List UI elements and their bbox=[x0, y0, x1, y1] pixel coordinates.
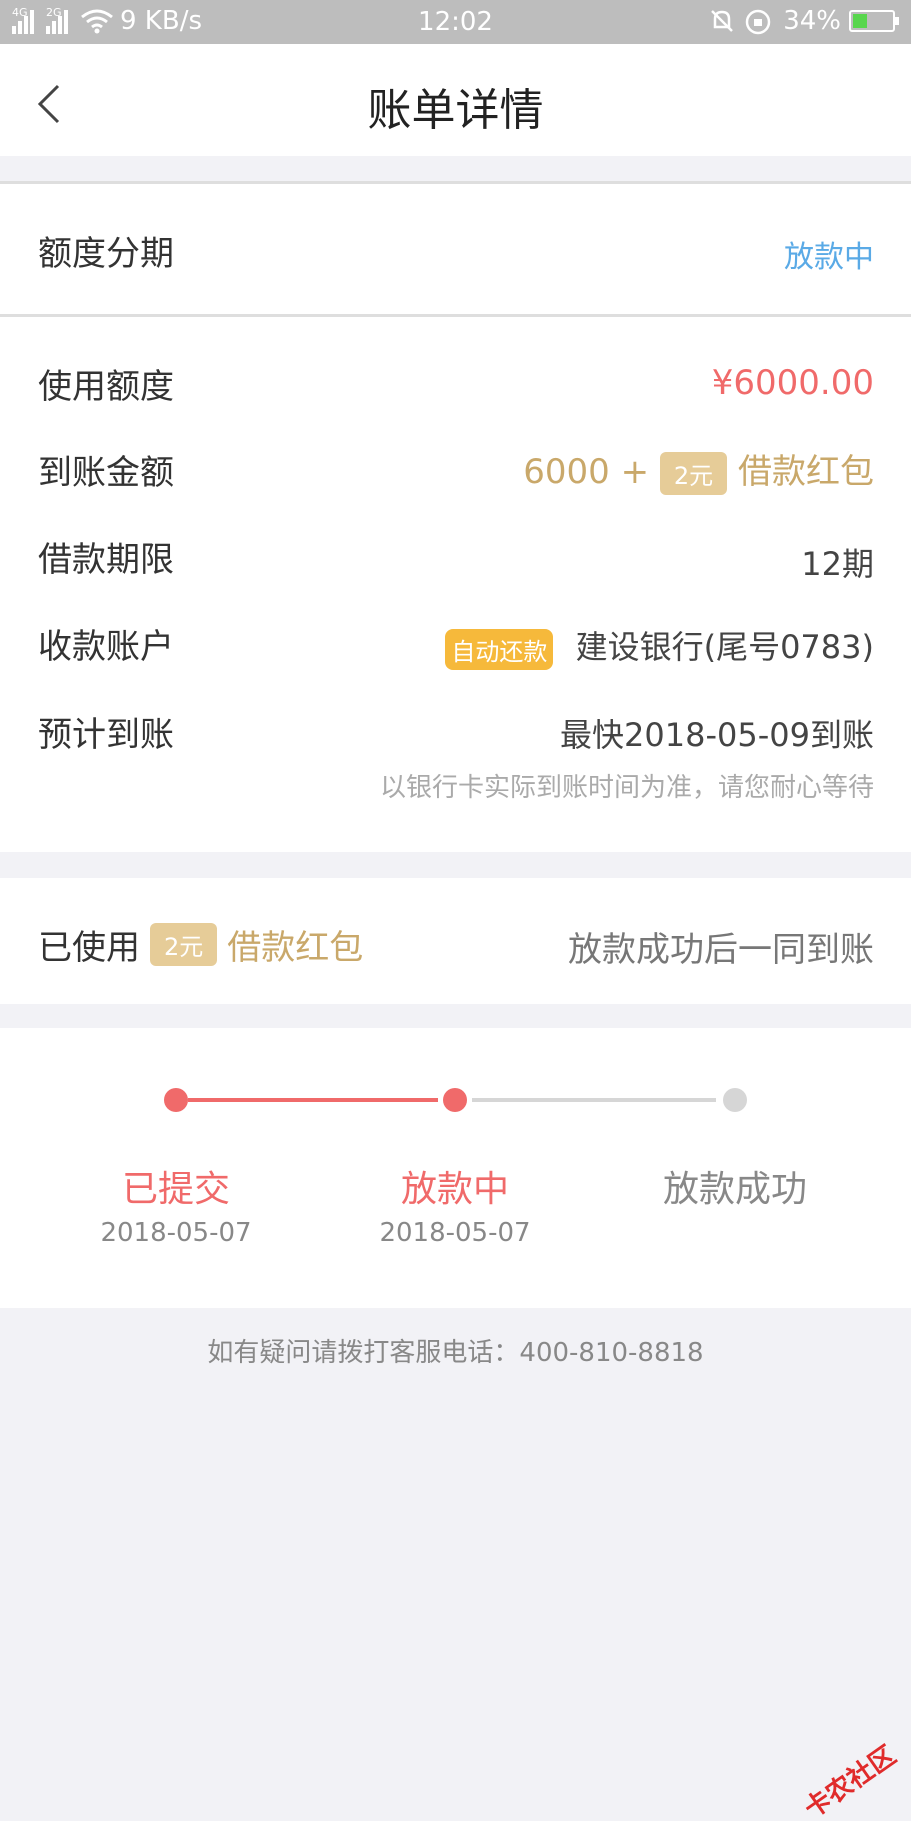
details-section: 使用额度 ¥6000.00 到账金额 6000 + 2元 借款红包 借款期限 1… bbox=[0, 317, 911, 852]
customer-service-note: 如有疑问请拨打客服电话：400-810-8818 bbox=[207, 1338, 704, 1368]
arrival-amount: 6000 + bbox=[523, 452, 650, 492]
coupon-used: 已使用 2元 借款红包 bbox=[38, 920, 363, 969]
arrival-amount-value: 6000 + 2元 借款红包 bbox=[523, 444, 874, 495]
watermark-logo: 卡农社区 bbox=[796, 1736, 902, 1821]
coupon-badge: 2元 bbox=[150, 923, 218, 966]
coupon-used-label: 已使用 bbox=[38, 928, 140, 968]
bank-account: 建设银行(尾号0783) bbox=[575, 628, 874, 666]
term-value: 12期 bbox=[801, 545, 874, 583]
progress-section: 已提交 放款中 放款成功 2018-05-07 2018-05-07 bbox=[0, 1028, 911, 1308]
expected-value: 最快2018-05-09到账 bbox=[560, 716, 874, 754]
progress-line-done bbox=[188, 1098, 438, 1102]
step-label-lending: 放款中 bbox=[400, 1169, 509, 1210]
term-label: 借款期限 bbox=[38, 540, 174, 580]
alarm-icon bbox=[745, 9, 771, 35]
status-bar: 4G 2G 9 KB/s 12:02 34% bbox=[0, 0, 911, 44]
bill-type-section: 额度分期 放款中 bbox=[0, 184, 911, 314]
mute-bell-icon bbox=[711, 10, 734, 32]
step-date-submitted: 2018-05-07 bbox=[100, 1218, 252, 1248]
battery-percent: 34% bbox=[783, 6, 841, 36]
step-date-lending: 2018-05-07 bbox=[379, 1218, 531, 1248]
auto-repay-badge: 自动还款 bbox=[445, 628, 554, 670]
account-label: 收款账户 bbox=[38, 627, 174, 667]
used-credit-value: ¥6000.00 bbox=[711, 363, 874, 403]
battery-icon bbox=[849, 10, 899, 32]
coupon-section: 已使用 2元 借款红包 放款成功后一同到账 bbox=[0, 878, 911, 1004]
bill-type-label: 额度分期 bbox=[38, 234, 174, 274]
expected-label: 预计到账 bbox=[38, 715, 174, 755]
expected-note: 以银行卡实际到账时间为准，请您耐心等待 bbox=[379, 773, 874, 803]
nav-bar: 账单详情 bbox=[0, 44, 911, 156]
watermark-text: 卡农社区 bbox=[799, 1740, 902, 1821]
coupon-name: 借款红包 bbox=[738, 452, 874, 492]
step-label-submitted: 已提交 bbox=[121, 1169, 230, 1210]
step-dot-submitted bbox=[164, 1088, 188, 1112]
step-dot-success bbox=[723, 1088, 747, 1112]
step-label-success: 放款成功 bbox=[662, 1169, 807, 1210]
step-dot-lending bbox=[443, 1088, 467, 1112]
progress-line-pending bbox=[472, 1098, 716, 1102]
used-credit-label: 使用额度 bbox=[38, 367, 174, 407]
account-value: 自动还款 建设银行(尾号0783) bbox=[445, 622, 874, 670]
coupon-note: 放款成功后一同到账 bbox=[568, 930, 874, 970]
coupon-badge: 2元 bbox=[659, 452, 728, 495]
page-title: 账单详情 bbox=[367, 85, 544, 136]
arrival-amount-label: 到账金额 bbox=[38, 453, 174, 493]
coupon-name: 借款红包 bbox=[227, 928, 364, 968]
bill-status: 放款中 bbox=[784, 240, 874, 275]
